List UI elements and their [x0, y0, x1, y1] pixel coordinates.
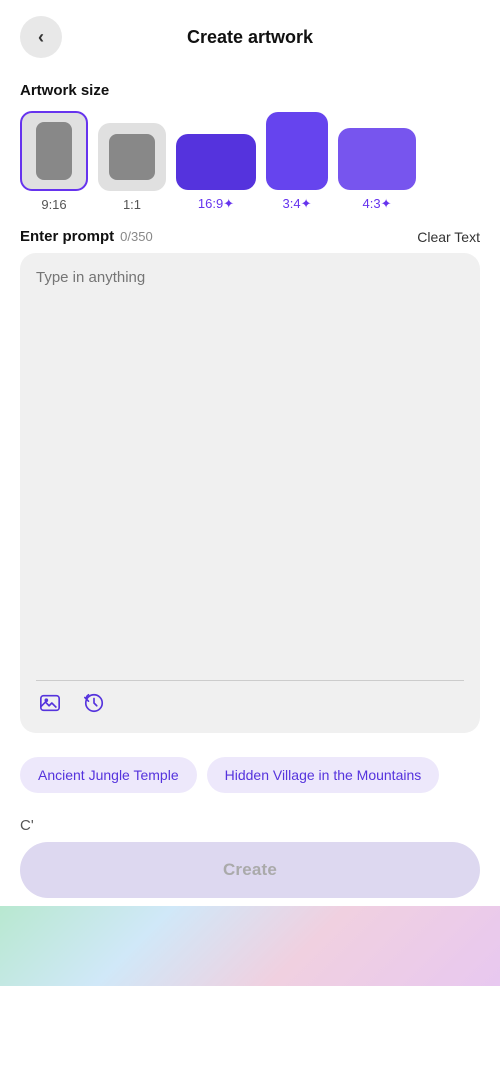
bottom-prefix: C' [20, 817, 480, 834]
size-option-3-4[interactable]: 3:4✦ [266, 112, 328, 212]
page-title: Create artwork [187, 27, 313, 48]
prompt-header: Enter prompt 0/350 Clear Text [20, 228, 480, 245]
size-option-4-3[interactable]: 4:3✦ [338, 128, 416, 212]
bottom-image-preview [0, 906, 500, 986]
artwork-size-section: Artwork size 9:16 1:1 16:9✦ [0, 70, 500, 224]
prompt-box [20, 253, 480, 733]
suggestion-ancient-jungle-temple[interactable]: Ancient Jungle Temple [20, 757, 197, 793]
size-label-9-16: 9:16 [41, 197, 66, 212]
size-box-3-4 [266, 112, 328, 190]
size-options: 9:16 1:1 16:9✦ 3:4✦ [20, 111, 480, 212]
clear-text-button[interactable]: Clear Text [417, 229, 480, 245]
size-label-16-9: 16:9✦ [198, 196, 234, 212]
history-icon[interactable] [80, 689, 108, 717]
bottom-area: C' Create [0, 809, 500, 898]
prompt-count: 0/350 [120, 229, 153, 244]
size-option-1-1[interactable]: 1:1 [98, 123, 166, 212]
size-inner-1-1 [109, 134, 155, 180]
header: ‹ Create artwork [0, 0, 500, 70]
back-button[interactable]: ‹ [20, 16, 62, 58]
back-icon: ‹ [38, 27, 44, 48]
prompt-divider [36, 680, 464, 681]
suggestion-hidden-village[interactable]: Hidden Village in the Mountains [207, 757, 440, 793]
size-box-1-1 [98, 123, 166, 191]
size-box-4-3 [338, 128, 416, 190]
size-label-4-3: 4:3✦ [363, 196, 392, 212]
create-button[interactable]: Create [20, 842, 480, 898]
artwork-size-label: Artwork size [20, 82, 480, 99]
size-inner-9-16 [36, 122, 72, 180]
image-upload-icon[interactable] [36, 689, 64, 717]
prompt-input[interactable] [36, 269, 464, 672]
size-option-9-16[interactable]: 9:16 [20, 111, 88, 212]
prompt-section: Enter prompt 0/350 Clear Text [0, 224, 500, 741]
prompt-label-row: Enter prompt 0/350 [20, 228, 153, 245]
size-option-16-9[interactable]: 16:9✦ [176, 134, 256, 212]
size-label-1-1: 1:1 [123, 197, 141, 212]
suggestions-row: Ancient Jungle Temple Hidden Village in … [0, 741, 500, 809]
prompt-label: Enter prompt [20, 228, 114, 245]
size-box-9-16 [20, 111, 88, 191]
size-box-16-9 [176, 134, 256, 190]
prompt-actions [36, 689, 464, 717]
size-label-3-4: 3:4✦ [283, 196, 312, 212]
